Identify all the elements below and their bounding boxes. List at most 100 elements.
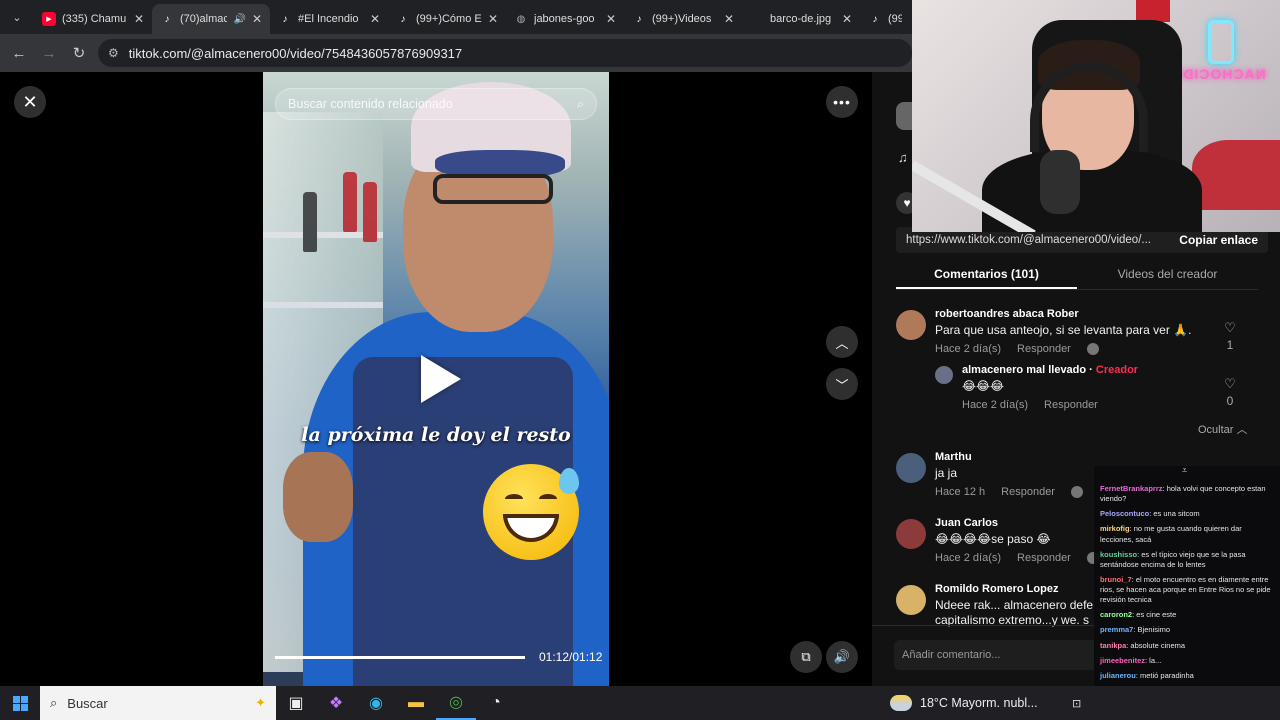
- chevron-up-icon: ︿: [1236, 424, 1248, 436]
- tab-6[interactable]: barco-de.jpg ✕: [742, 4, 860, 34]
- sparkle-icon: ✦: [255, 695, 266, 710]
- close-tab-icon[interactable]: ✕: [252, 12, 262, 26]
- tiktok-icon: ♪: [636, 13, 642, 25]
- avatar[interactable]: [896, 585, 926, 615]
- previous-video-chevron-up-icon[interactable]: ︿: [826, 326, 858, 358]
- taskbar-search-label: Buscar: [67, 695, 108, 711]
- task-view-icon[interactable]: ▣: [276, 686, 316, 720]
- hide-replies-button[interactable]: Ocultar ︿: [1198, 421, 1248, 437]
- tab-comments[interactable]: Comentarios (101): [896, 262, 1077, 289]
- comment-username[interactable]: almacenero mal llevado · Creador: [962, 364, 1262, 376]
- tab-5[interactable]: ♪ (99+)Videos ✕: [624, 4, 742, 34]
- next-video-chevron-down-icon[interactable]: ﹀: [826, 368, 858, 400]
- reply-button[interactable]: Responder: [1001, 486, 1055, 498]
- close-tab-icon[interactable]: ✕: [724, 12, 734, 26]
- copilot-icon[interactable]: ❖: [316, 686, 356, 720]
- reply-button[interactable]: Responder: [1017, 552, 1071, 564]
- tab-4[interactable]: ◍ jabones-goo ✕: [506, 4, 624, 34]
- chat-messages: FernetBrankaprrz: hola volvi que concept…: [1100, 484, 1274, 681]
- comment-username[interactable]: robertoandres abaca Rober: [935, 308, 1235, 320]
- tab-2[interactable]: ♪ #El Incendio ✕: [270, 4, 388, 34]
- tab-0[interactable]: ▶ (335) Chamu ✕: [34, 4, 152, 34]
- video-link: https://www.tiktok.com/@almacenero00/vid…: [906, 234, 1151, 246]
- video-player[interactable]: Buscar contenido relacionado ⌕ la próxim…: [263, 72, 609, 686]
- related-search-bar[interactable]: Buscar contenido relacionado ⌕: [275, 88, 597, 120]
- picture-in-picture-icon[interactable]: ⧉: [790, 641, 822, 673]
- creator-liked-avatar-icon: [1070, 486, 1083, 498]
- cloudy-sun-icon: [890, 695, 912, 711]
- chat-message: koushisso: es el típico viejo que se la …: [1100, 550, 1274, 570]
- tab-3[interactable]: ♪ (99+)Cómo E ✕: [388, 4, 506, 34]
- chat-username[interactable]: FernetBrankaprrz: [1100, 484, 1163, 493]
- close-tab-icon[interactable]: ✕: [134, 12, 144, 26]
- chat-username[interactable]: tanikpa: [1100, 641, 1126, 650]
- creator-badge: Creador: [1095, 364, 1139, 376]
- obs-icon[interactable]: ◔: [476, 686, 516, 720]
- windows-logo-square: [12, 703, 20, 711]
- tab-search-chevron-icon[interactable]: ⌄: [0, 0, 34, 34]
- like-count: 1: [1226, 338, 1234, 352]
- globe-icon: ◍: [516, 13, 526, 25]
- more-options-icon[interactable]: •••: [826, 86, 858, 118]
- video-progress-bar[interactable]: [275, 656, 525, 659]
- video-caption: la próxima le doy el resto: [301, 424, 571, 446]
- reply-button[interactable]: Responder: [1017, 343, 1071, 355]
- chat-username[interactable]: koushisso: [1100, 550, 1137, 559]
- comment-like[interactable]: ♡ 1: [1220, 320, 1240, 352]
- close-icon[interactable]: ✕: [14, 86, 46, 118]
- tab-title: (70)almac: [180, 13, 228, 25]
- chat-username[interactable]: Peloscontuco: [1100, 509, 1149, 518]
- weather-widget[interactable]: 18°C Mayorm. nubl...: [890, 686, 1038, 720]
- avatar[interactable]: [935, 366, 953, 384]
- back-arrow-icon[interactable]: ←: [8, 42, 30, 64]
- play-button[interactable]: [415, 352, 467, 404]
- copy-link-button[interactable]: Copiar enlace: [1179, 233, 1258, 247]
- chat-username[interactable]: caroron2: [1100, 610, 1132, 619]
- edge-icon[interactable]: ◉: [356, 686, 396, 720]
- comment-username[interactable]: Marthu: [935, 451, 1235, 463]
- file-explorer-icon[interactable]: ▬: [396, 686, 436, 720]
- forward-arrow-icon[interactable]: →: [38, 42, 60, 64]
- music-note-icon: ♫: [898, 150, 908, 165]
- chat-username[interactable]: jimeebenitez: [1100, 656, 1145, 665]
- heart-outline-icon[interactable]: ♡: [1224, 320, 1236, 335]
- chat-username[interactable]: premma7: [1100, 625, 1133, 634]
- microphone-icon: [1040, 150, 1080, 214]
- avatar[interactable]: [896, 453, 926, 483]
- site-info-icon[interactable]: ⚙: [108, 46, 119, 60]
- red-pillow: [1192, 140, 1280, 210]
- avatar[interactable]: [896, 519, 926, 549]
- tiktok-icon: ♪: [164, 13, 170, 25]
- reply-button[interactable]: Responder: [1044, 399, 1098, 411]
- tab-7[interactable]: ♪ (99+): [860, 4, 910, 34]
- bottle: [303, 192, 317, 252]
- creator-avatar[interactable]: [896, 102, 912, 130]
- comment-meta: Hace 2 día(s) Responder: [935, 343, 1235, 355]
- chat-username[interactable]: brunoi_7: [1100, 575, 1132, 584]
- tab-1[interactable]: ♪ (70)almac 🔊 ✕: [152, 4, 270, 34]
- reload-icon[interactable]: ↻: [68, 42, 90, 64]
- close-tab-icon[interactable]: ✕: [842, 12, 852, 26]
- taskbar-search[interactable]: ⌕ Buscar ✦: [40, 686, 276, 720]
- windows-start-icon[interactable]: [0, 686, 40, 720]
- add-comment-input[interactable]: Añadir comentario...: [894, 640, 1114, 670]
- search-icon[interactable]: ⌕: [577, 97, 584, 112]
- tiktok-icon: ♪: [400, 13, 406, 25]
- tab-creator-videos[interactable]: Videos del creador: [1077, 262, 1258, 289]
- close-tab-icon[interactable]: ✕: [606, 12, 616, 26]
- chat-username[interactable]: julianerou: [1100, 671, 1136, 680]
- chrome-icon[interactable]: ◎: [436, 686, 476, 720]
- close-tab-icon[interactable]: ✕: [488, 12, 498, 26]
- video-time: 01:12/01:12: [539, 650, 603, 664]
- comment-like[interactable]: ♡ 0: [1220, 376, 1240, 408]
- tab-title: #El Incendio: [298, 13, 359, 25]
- address-bar[interactable]: ⚙ tiktok.com/@almacenero00/video/7548436…: [98, 39, 912, 67]
- close-tab-icon[interactable]: ✕: [370, 12, 380, 26]
- avatar[interactable]: [896, 310, 926, 340]
- chat-username[interactable]: mirkofig: [1100, 524, 1130, 533]
- speaker-icon[interactable]: 🔊: [233, 14, 245, 25]
- tray-icon[interactable]: ⊡: [1072, 697, 1081, 710]
- emoji-eye: [505, 494, 523, 504]
- heart-outline-icon[interactable]: ♡: [1224, 376, 1236, 391]
- volume-icon[interactable]: 🔊: [826, 641, 858, 673]
